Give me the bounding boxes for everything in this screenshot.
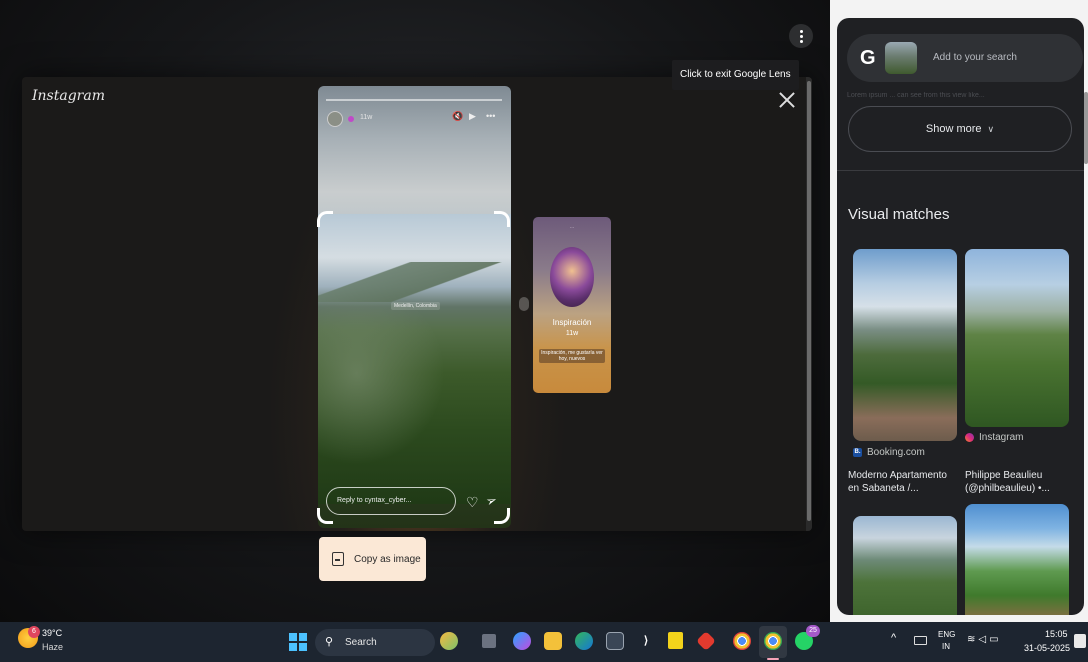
visual-match-source[interactable]: Instagram <box>965 432 1023 443</box>
booking-icon: B. <box>853 448 862 457</box>
visual-match-title[interactable]: Moderno Apartamento en Sabaneta /... <box>848 469 956 495</box>
exit-lens-tooltip: Click to exit Google Lens <box>672 60 799 90</box>
visual-match-source[interactable]: B. Booking.com <box>853 447 925 458</box>
chrome-icon[interactable] <box>733 632 751 650</box>
whatsapp-badge: 25 <box>806 625 820 637</box>
windows-start-icon[interactable] <box>289 633 307 651</box>
play-icon[interactable]: ▶ <box>469 111 476 122</box>
chrome-profile-icon[interactable] <box>764 632 782 650</box>
copy-image-icon <box>332 552 344 566</box>
active-app-indicator <box>767 658 779 660</box>
next-story-artwork <box>550 247 594 307</box>
chevron-down-icon: ∨ <box>987 124 995 134</box>
story-card[interactable]: 11w 🔇 ▶ ••• Medellín, Colombia Reply to … <box>318 86 511 528</box>
visual-match-image[interactable] <box>965 504 1069 615</box>
mountain-ridge <box>318 262 511 302</box>
chevron-up-icon[interactable]: ^ <box>891 632 896 644</box>
copilot-icon[interactable] <box>513 632 531 650</box>
story-user-badge <box>348 116 354 122</box>
widgets-icon[interactable] <box>440 632 458 650</box>
next-story-preview[interactable]: ⋯ Inspiración 11w Inspiración, me gustar… <box>533 217 611 393</box>
visual-match-image[interactable] <box>965 249 1069 427</box>
mute-icon[interactable]: 🔇 <box>452 111 463 122</box>
copy-as-image-label: Copy as image <box>354 553 421 565</box>
heart-icon[interactable]: ♡ <box>466 494 479 511</box>
reply-input[interactable]: Reply to cyntax_cyber... <box>326 487 456 515</box>
instagram-story-window: Instagram 11w 🔇 ▶ ••• Medellín, Colombia… <box>22 77 812 531</box>
panel-scrollbar[interactable] <box>1084 92 1088 164</box>
faded-result-text: Lorem ipsum ... can see from this view l… <box>847 92 985 99</box>
next-story-time: 11w <box>565 330 579 337</box>
show-more-button[interactable]: Show more ∨ <box>848 106 1072 152</box>
task-view-icon[interactable] <box>482 634 496 648</box>
microsoft-store-icon[interactable] <box>606 632 624 650</box>
story-progress-bar <box>326 99 502 101</box>
edge-icon[interactable] <box>575 632 593 650</box>
source-label: Booking.com <box>867 447 925 458</box>
show-more-label: Show more <box>925 123 982 135</box>
story-photo: Medellín, Colombia <box>318 214 511 504</box>
divider <box>837 170 1084 171</box>
next-story-arrow[interactable] <box>519 297 529 311</box>
avatar[interactable] <box>327 111 343 127</box>
visual-match-title[interactable]: Philippe Beaulieu (@philbeaulieu) •... <box>965 469 1073 495</box>
close-icon[interactable] <box>776 89 798 111</box>
search-image-thumbnail[interactable] <box>885 42 917 74</box>
app-diamond-icon[interactable] <box>696 631 716 651</box>
search-input[interactable]: Add to your search <box>933 52 1017 63</box>
instagram-logo: Instagram <box>32 88 105 104</box>
google-logo-icon: G <box>860 47 876 69</box>
weather-temperature[interactable]: 39°C <box>42 628 62 638</box>
wifi-volume-battery-icons[interactable]: ≋◁▭ <box>967 634 1002 645</box>
terminal-icon[interactable]: ⟩ <box>637 632 655 650</box>
taskbar-search-label: Search <box>345 637 377 648</box>
next-story-header: ⋯ <box>569 225 575 231</box>
search-icon: ⚲ <box>325 636 334 648</box>
selection-handle-top-left[interactable] <box>317 211 333 227</box>
next-story-caption: Inspiración, me gustaría ver hoy, nuevos <box>539 349 605 363</box>
copy-as-image-button[interactable]: Copy as image <box>319 537 426 581</box>
sticky-notes-icon[interactable] <box>668 632 683 649</box>
lens-results-panel: G Add to your search Lorem ipsum ... can… <box>837 18 1084 615</box>
story-time: 11w <box>360 114 373 121</box>
language-region[interactable]: IN <box>942 642 950 651</box>
clock-time[interactable]: 15:05 <box>1045 629 1068 639</box>
language-indicator[interactable]: ENG <box>938 630 955 639</box>
lens-search-bar[interactable]: G Add to your search <box>847 34 1083 82</box>
next-story-name: Inspiración <box>552 318 592 327</box>
location-sticker[interactable]: Medellín, Colombia <box>391 302 440 310</box>
taskbar: 6 39°C Haze ⚲ Search ⟩ 25 ^ ENG IN ≋◁▭ 1… <box>0 622 1088 662</box>
keyboard-icon[interactable] <box>914 636 927 645</box>
weather-badge: 6 <box>28 626 40 638</box>
visual-match-image[interactable] <box>853 249 957 441</box>
more-vert-icon[interactable] <box>789 24 813 48</box>
file-explorer-icon[interactable] <box>544 632 562 650</box>
google-lens-overlay: Instagram 11w 🔇 ▶ ••• Medellín, Colombia… <box>0 0 830 622</box>
weather-condition[interactable]: Haze <box>42 642 63 652</box>
visual-match-image[interactable] <box>853 516 957 615</box>
visual-matches-heading: Visual matches <box>848 206 950 223</box>
taskbar-search[interactable]: ⚲ Search <box>315 629 435 656</box>
source-label: Instagram <box>979 432 1024 443</box>
more-options-icon[interactable]: ••• <box>486 111 495 121</box>
notification-icon[interactable] <box>1074 634 1086 648</box>
clock-date[interactable]: 31-05-2025 <box>1024 643 1070 653</box>
instagram-icon <box>965 433 974 442</box>
window-scrollbar[interactable] <box>806 77 812 531</box>
